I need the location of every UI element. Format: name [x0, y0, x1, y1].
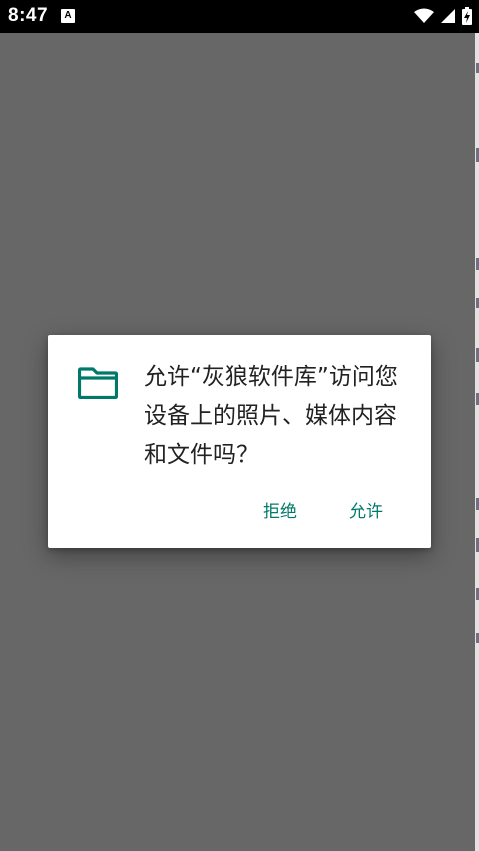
folder-icon: [78, 367, 118, 399]
permission-dialog: 允许“灰狼软件库”访问您设备上的照片、媒体内容和文件吗？ 拒绝 允许: [48, 335, 431, 548]
notification-icon-glyph: A: [64, 10, 72, 21]
notification-icon: A: [61, 9, 75, 23]
status-icons: [414, 6, 472, 26]
dialog-message: 允许“灰狼软件库”访问您设备上的照片、媒体内容和文件吗？: [144, 364, 398, 468]
cellular-icon: [441, 9, 455, 23]
dialog-actions: 拒绝 允许: [48, 497, 431, 527]
wifi-icon: [414, 8, 434, 23]
allow-button[interactable]: 允许: [349, 497, 383, 527]
status-time: 8:47: [8, 5, 49, 26]
deny-button[interactable]: 拒绝: [263, 497, 297, 527]
battery-charging-icon: [462, 7, 472, 25]
underlying-page-edge: [475, 33, 479, 851]
status-bar: 8:47 A: [0, 0, 479, 33]
